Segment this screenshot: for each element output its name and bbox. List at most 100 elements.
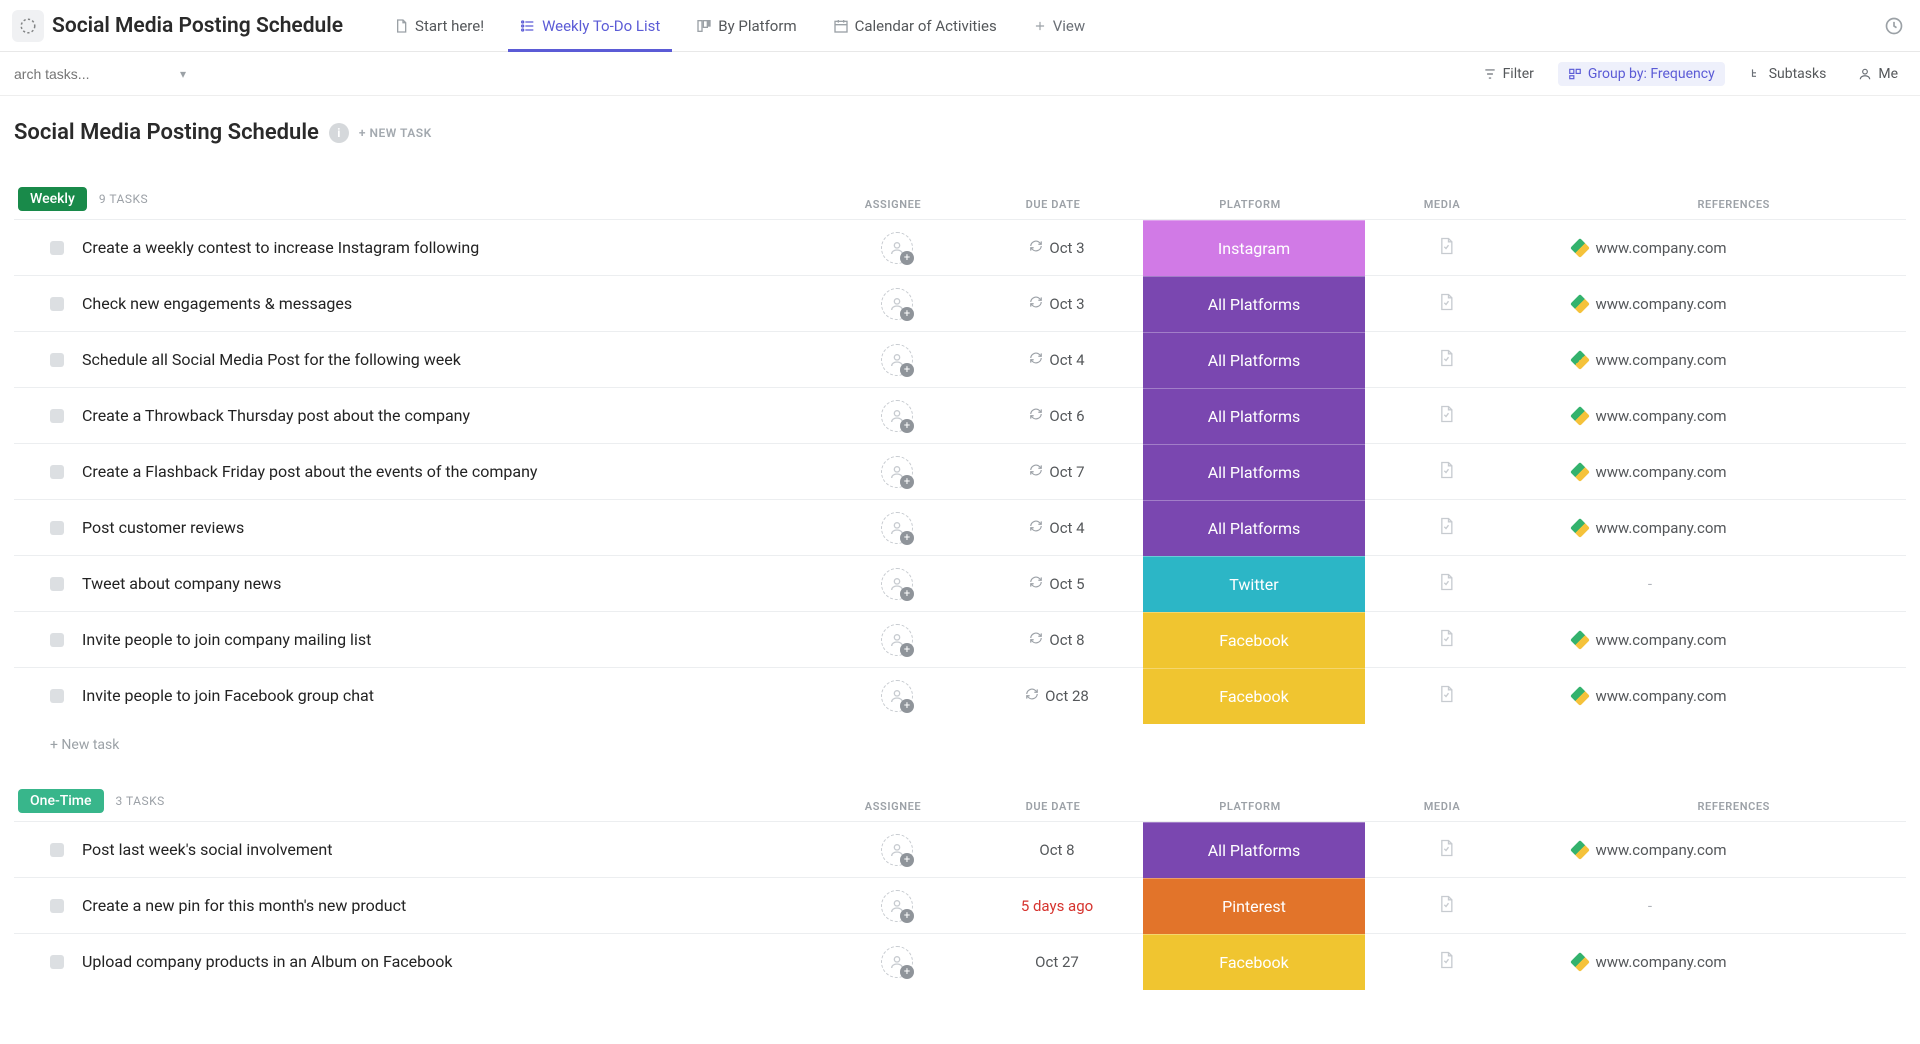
assignee-cell[interactable]: + xyxy=(822,344,972,376)
platform-cell[interactable]: Twitter xyxy=(1142,556,1366,612)
status-box[interactable] xyxy=(50,353,64,367)
assignee-avatar-empty[interactable]: + xyxy=(881,568,913,600)
task-name[interactable]: Check new engagements & messages xyxy=(82,294,822,313)
task-name[interactable]: Schedule all Social Media Post for the f… xyxy=(82,350,822,369)
assignee-cell[interactable]: + xyxy=(822,890,972,922)
assignee-avatar-empty[interactable]: + xyxy=(881,624,913,656)
reference-cell[interactable]: www.company.com xyxy=(1526,295,1786,313)
platform-cell[interactable]: All Platforms xyxy=(1142,444,1366,500)
status-box[interactable] xyxy=(50,297,64,311)
task-row[interactable]: Create a new pin for this month's new pr… xyxy=(14,877,1906,933)
task-name[interactable]: Invite people to join Facebook group cha… xyxy=(82,686,822,705)
view-tab[interactable]: Weekly To-Do List xyxy=(502,0,678,52)
platform-cell[interactable]: Facebook xyxy=(1142,934,1366,990)
media-cell[interactable] xyxy=(1366,404,1526,428)
platform-cell[interactable]: All Platforms xyxy=(1142,276,1366,332)
task-name[interactable]: Post last week's social involvement xyxy=(82,840,822,859)
automation-icon[interactable] xyxy=(1884,16,1908,36)
task-name[interactable]: Tweet about company news xyxy=(82,574,822,593)
assignee-avatar-empty[interactable]: + xyxy=(881,680,913,712)
assignee-cell[interactable]: + xyxy=(822,400,972,432)
reference-cell[interactable]: www.company.com xyxy=(1526,519,1786,537)
list-settings-icon[interactable] xyxy=(12,10,44,42)
task-row[interactable]: Upload company products in an Album on F… xyxy=(14,933,1906,989)
task-row[interactable]: Create a Throwback Thursday post about t… xyxy=(14,387,1906,443)
groupby-button[interactable]: Group by: Frequency xyxy=(1558,62,1725,86)
assignee-avatar-empty[interactable]: + xyxy=(881,288,913,320)
reference-cell[interactable]: - xyxy=(1526,897,1786,915)
reference-cell[interactable]: www.company.com xyxy=(1526,953,1786,971)
task-row[interactable]: Create a weekly contest to increase Inst… xyxy=(14,219,1906,275)
status-box[interactable] xyxy=(50,409,64,423)
task-row[interactable]: Schedule all Social Media Post for the f… xyxy=(14,331,1906,387)
platform-cell[interactable]: Pinterest xyxy=(1142,878,1366,934)
task-name[interactable]: Invite people to join company mailing li… xyxy=(82,630,822,649)
reference-cell[interactable]: www.company.com xyxy=(1526,407,1786,425)
media-cell[interactable] xyxy=(1366,838,1526,862)
due-date-cell[interactable]: Oct 3 xyxy=(972,239,1142,257)
reference-cell[interactable]: - xyxy=(1526,575,1786,593)
due-date-cell[interactable]: Oct 3 xyxy=(972,295,1142,313)
view-tab[interactable]: Calendar of Activities xyxy=(815,0,1015,52)
task-name[interactable]: Create a weekly contest to increase Inst… xyxy=(82,238,822,257)
platform-cell[interactable]: All Platforms xyxy=(1142,388,1366,444)
reference-cell[interactable]: www.company.com xyxy=(1526,841,1786,859)
assignee-cell[interactable]: + xyxy=(822,288,972,320)
task-row[interactable]: Check new engagements & messages + Oct 3… xyxy=(14,275,1906,331)
new-task-button[interactable]: + NEW TASK xyxy=(359,126,432,140)
reference-cell[interactable]: www.company.com xyxy=(1526,687,1786,705)
new-task-row[interactable]: + New task xyxy=(14,723,1906,753)
platform-cell[interactable]: All Platforms xyxy=(1142,500,1366,556)
task-row[interactable]: Post customer reviews + Oct 4 All Platfo… xyxy=(14,499,1906,555)
status-box[interactable] xyxy=(50,899,64,913)
platform-cell[interactable]: All Platforms xyxy=(1142,332,1366,388)
view-tab[interactable]: By Platform xyxy=(678,0,814,52)
assignee-avatar-empty[interactable]: + xyxy=(881,400,913,432)
assignee-cell[interactable]: + xyxy=(822,680,972,712)
due-date-cell[interactable]: Oct 7 xyxy=(972,463,1142,481)
assignee-avatar-empty[interactable]: + xyxy=(881,344,913,376)
search-input[interactable] xyxy=(14,66,174,82)
group-badge[interactable]: One-Time xyxy=(18,789,104,813)
assignee-avatar-empty[interactable]: + xyxy=(881,232,913,264)
assignee-avatar-empty[interactable]: + xyxy=(881,946,913,978)
reference-cell[interactable]: www.company.com xyxy=(1526,239,1786,257)
status-box[interactable] xyxy=(50,521,64,535)
assignee-avatar-empty[interactable]: + xyxy=(881,456,913,488)
assignee-avatar-empty[interactable]: + xyxy=(881,834,913,866)
platform-cell[interactable]: Facebook xyxy=(1142,668,1366,724)
media-cell[interactable] xyxy=(1366,684,1526,708)
platform-cell[interactable]: Facebook xyxy=(1142,612,1366,668)
assignee-cell[interactable]: + xyxy=(822,946,972,978)
status-box[interactable] xyxy=(50,689,64,703)
me-button[interactable]: Me xyxy=(1850,62,1906,86)
assignee-cell[interactable]: + xyxy=(822,232,972,264)
due-date-cell[interactable]: Oct 4 xyxy=(972,519,1142,537)
status-box[interactable] xyxy=(50,241,64,255)
task-name[interactable]: Create a Throwback Thursday post about t… xyxy=(82,406,822,425)
reference-cell[interactable]: www.company.com xyxy=(1526,351,1786,369)
group-badge[interactable]: Weekly xyxy=(18,187,87,211)
status-box[interactable] xyxy=(50,577,64,591)
due-date-cell[interactable]: Oct 6 xyxy=(972,407,1142,425)
media-cell[interactable] xyxy=(1366,236,1526,260)
view-tab[interactable]: Start here! xyxy=(375,0,502,52)
due-date-cell[interactable]: Oct 4 xyxy=(972,351,1142,369)
assignee-cell[interactable]: + xyxy=(822,834,972,866)
assignee-cell[interactable]: + xyxy=(822,624,972,656)
media-cell[interactable] xyxy=(1366,292,1526,316)
status-box[interactable] xyxy=(50,633,64,647)
media-cell[interactable] xyxy=(1366,516,1526,540)
reference-cell[interactable]: www.company.com xyxy=(1526,463,1786,481)
chevron-down-icon[interactable]: ▾ xyxy=(180,67,186,81)
due-date-cell[interactable]: Oct 28 xyxy=(972,687,1142,705)
due-date-cell[interactable]: 5 days ago xyxy=(972,897,1142,915)
task-row[interactable]: Create a Flashback Friday post about the… xyxy=(14,443,1906,499)
task-row[interactable]: Tweet about company news + Oct 5 Twitter xyxy=(14,555,1906,611)
task-name[interactable]: Create a Flashback Friday post about the… xyxy=(82,462,822,481)
media-cell[interactable] xyxy=(1366,572,1526,596)
task-name[interactable]: Upload company products in an Album on F… xyxy=(82,952,822,971)
assignee-cell[interactable]: + xyxy=(822,568,972,600)
platform-cell[interactable]: Instagram xyxy=(1142,220,1366,276)
media-cell[interactable] xyxy=(1366,950,1526,974)
